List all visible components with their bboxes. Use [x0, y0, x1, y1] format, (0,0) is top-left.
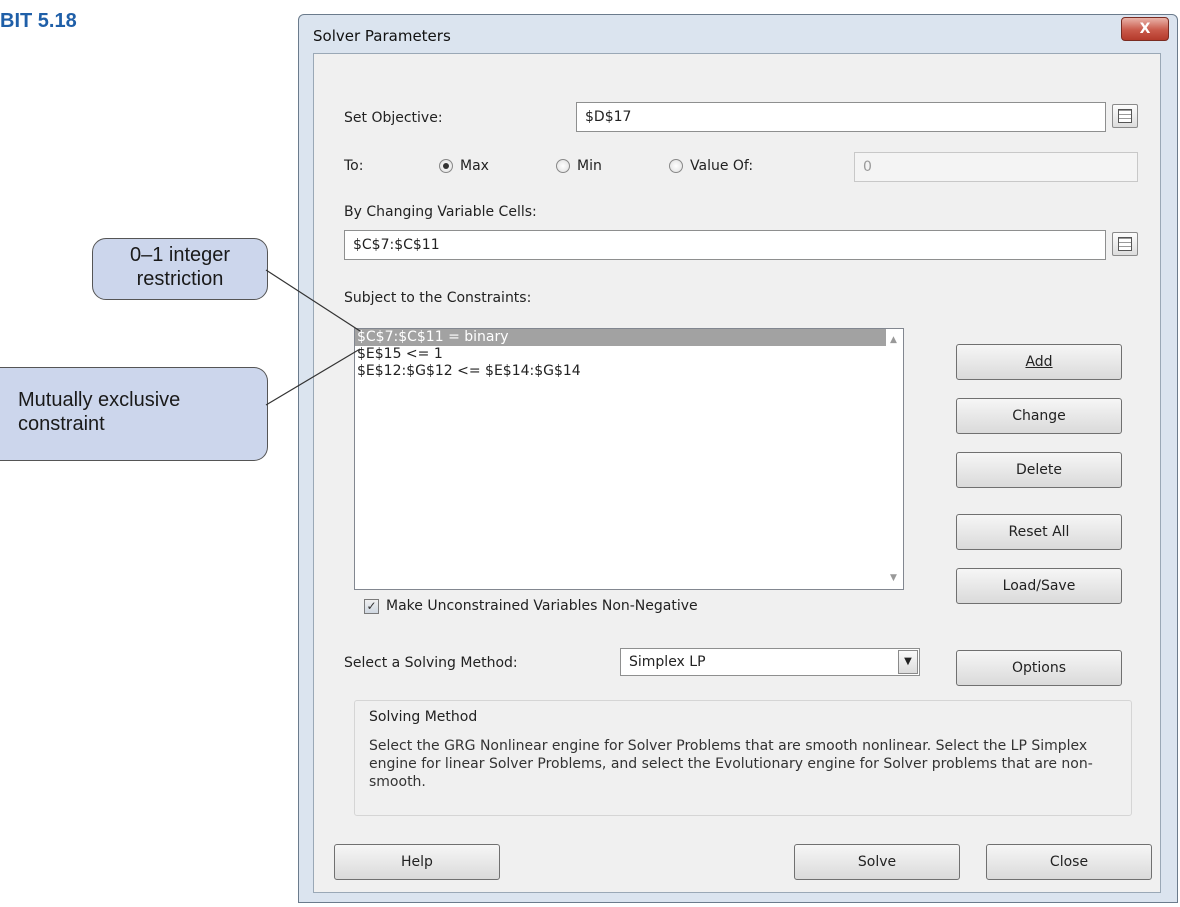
- solving-method-label: Select a Solving Method:: [344, 655, 518, 671]
- options-button[interactable]: Options: [956, 650, 1122, 686]
- solving-method-value: Simplex LP: [629, 654, 706, 670]
- scroll-up-icon[interactable]: ▲: [890, 335, 897, 345]
- range-select-icon: [1118, 237, 1132, 251]
- change-button-label: Change: [1012, 408, 1066, 424]
- window-title: Solver Parameters: [313, 27, 451, 45]
- close-button-label: Close: [1049, 854, 1089, 870]
- constraints-scrollbar[interactable]: ▲ ▼: [886, 329, 903, 589]
- nonneg-checkbox[interactable]: ✓: [364, 599, 379, 614]
- solving-method-select[interactable]: Simplex LP ▼: [620, 648, 920, 676]
- constraint-item[interactable]: $E$12:$G$12 <= $E$14:$G$14: [355, 363, 889, 380]
- max-radio-label[interactable]: Max: [460, 158, 489, 174]
- changing-cells-input[interactable]: $C$7:$C$11: [344, 230, 1106, 260]
- options-button-label: Options: [1011, 660, 1067, 676]
- title-bar: Solver Parameters X: [299, 15, 1177, 55]
- add-button-label: Add: [1025, 354, 1053, 370]
- min-radio-label[interactable]: Min: [577, 158, 602, 174]
- mutually-exclusive-callout: Mutually exclusive constraint: [0, 367, 268, 461]
- solve-button-label: Solve: [857, 854, 897, 870]
- constraint-item[interactable]: $C$7:$C$11 = binary: [355, 329, 889, 346]
- reset-all-button[interactable]: Reset All: [956, 514, 1122, 550]
- close-button[interactable]: Close: [986, 844, 1152, 880]
- delete-button-label: Delete: [1016, 462, 1062, 478]
- constraint-item[interactable]: $E$15 <= 1: [355, 346, 889, 363]
- max-radio[interactable]: [439, 159, 453, 173]
- range-select-icon: [1118, 109, 1132, 123]
- value-of-radio[interactable]: [669, 159, 683, 173]
- solving-method-description: Select the GRG Nonlinear engine for Solv…: [369, 738, 1093, 790]
- close-window-button[interactable]: X: [1121, 17, 1169, 41]
- exhibit-label: BIT 5.18: [0, 10, 77, 32]
- change-button[interactable]: Change: [956, 398, 1122, 434]
- help-button[interactable]: Help: [334, 844, 500, 880]
- to-label: To:: [344, 158, 364, 174]
- solving-method-group: Solving Method Select the GRG Nonlinear …: [354, 700, 1132, 816]
- constraints-label: Subject to the Constraints:: [344, 290, 532, 306]
- add-button[interactable]: Add: [956, 344, 1122, 380]
- changing-cells-label: By Changing Variable Cells:: [344, 204, 537, 220]
- set-objective-label: Set Objective:: [344, 110, 443, 126]
- delete-button[interactable]: Delete: [956, 452, 1122, 488]
- help-button-label: Help: [401, 854, 433, 870]
- value-of-input[interactable]: 0: [854, 152, 1138, 182]
- min-radio[interactable]: [556, 159, 570, 173]
- scroll-down-icon[interactable]: ▼: [890, 573, 897, 583]
- load-save-button-label: Load/Save: [1002, 578, 1076, 594]
- integer-restriction-callout: 0–1 integer restriction: [92, 238, 268, 300]
- solver-parameters-dialog: Solver Parameters X Set Objective: $D$17…: [298, 14, 1178, 903]
- constraints-listbox[interactable]: $C$7:$C$11 = binary $E$15 <= 1 $E$12:$G$…: [354, 328, 904, 590]
- changing-cells-range-picker-button[interactable]: [1112, 232, 1138, 256]
- solve-button[interactable]: Solve: [794, 844, 960, 880]
- set-objective-input[interactable]: $D$17: [576, 102, 1106, 132]
- dropdown-arrow-icon[interactable]: ▼: [898, 650, 918, 674]
- dialog-client-area: Set Objective: $D$17 To: Max Min Value O…: [313, 53, 1161, 893]
- value-of-radio-label[interactable]: Value Of:: [690, 158, 753, 174]
- load-save-button[interactable]: Load/Save: [956, 568, 1122, 604]
- nonneg-label[interactable]: Make Unconstrained Variables Non-Negativ…: [386, 598, 698, 614]
- solving-method-group-title: Solving Method: [369, 709, 478, 725]
- objective-range-picker-button[interactable]: [1112, 104, 1138, 128]
- reset-all-button-label: Reset All: [1008, 524, 1070, 540]
